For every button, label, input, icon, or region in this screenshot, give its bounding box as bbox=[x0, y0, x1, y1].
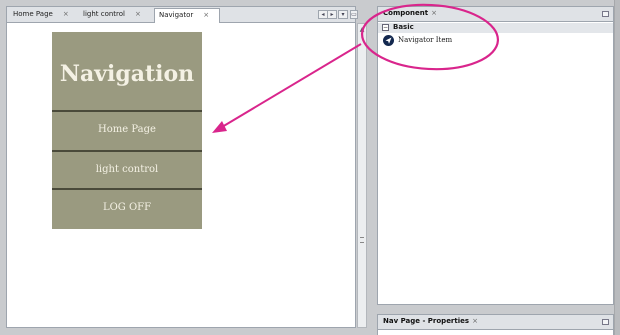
navigation-panel-preview: Navigation Home Page light control LOG O… bbox=[52, 32, 202, 229]
tab-close-icon[interactable]: × bbox=[135, 10, 141, 18]
window-frame-edge bbox=[614, 0, 620, 335]
panel-splitter[interactable] bbox=[368, 6, 376, 328]
maximize-editor-icon[interactable]: ▭ bbox=[350, 10, 358, 19]
scroll-tabs-right-icon[interactable]: ▸ bbox=[327, 10, 337, 19]
panel-title-text: Component bbox=[383, 9, 429, 17]
tab-list-dropdown-icon[interactable]: ▾ bbox=[338, 10, 348, 19]
editor-tab-bar: Home Page × light control × Navigator × ◂ ▸… bbox=[6, 6, 358, 23]
component-panel: Component × − Basic Navigator Item bbox=[377, 6, 614, 305]
tab-label: light control bbox=[83, 10, 126, 18]
group-basic[interactable]: − Basic bbox=[378, 23, 613, 33]
component-panel-header: Component × bbox=[378, 7, 613, 22]
tab-light-control[interactable]: light control × bbox=[79, 8, 145, 22]
tab-close-icon[interactable]: × bbox=[203, 11, 209, 19]
tab-close-icon[interactable]: × bbox=[63, 10, 69, 18]
panel-close-icon[interactable]: × bbox=[472, 317, 478, 325]
divider bbox=[52, 188, 202, 190]
divider bbox=[52, 110, 202, 112]
component-panel-title: Component × bbox=[383, 9, 437, 17]
scroll-up-icon[interactable]: ▲ bbox=[358, 26, 366, 35]
group-label: Basic bbox=[393, 23, 414, 31]
properties-panel: Nav Page - Properties × bbox=[377, 314, 614, 335]
divider bbox=[52, 150, 202, 152]
tab-navigator[interactable]: Navigator × bbox=[154, 8, 220, 23]
properties-panel-title: Nav Page - Properties × bbox=[383, 317, 478, 325]
nav-item-home-page[interactable]: Home Page bbox=[52, 113, 202, 147]
collapse-icon[interactable]: − bbox=[382, 24, 389, 31]
nav-item-light-control[interactable]: light control bbox=[52, 153, 202, 187]
tab-home-page[interactable]: Home Page × bbox=[9, 8, 73, 22]
tab-label: Navigator bbox=[159, 11, 194, 19]
panel-title-text: Nav Page - Properties bbox=[383, 317, 470, 325]
minimize-panel-icon[interactable] bbox=[602, 11, 609, 17]
tab-label: Home Page bbox=[13, 10, 53, 18]
nav-item-log-off[interactable]: LOG OFF bbox=[52, 191, 202, 225]
panel-close-icon[interactable]: × bbox=[431, 9, 437, 17]
scrollbar-grip-icon[interactable] bbox=[360, 237, 364, 243]
navigation-title: Navigation bbox=[59, 61, 195, 87]
component-item-label: Navigator Item bbox=[398, 36, 453, 44]
properties-panel-header: Nav Page - Properties × bbox=[378, 315, 613, 330]
minimize-panel-icon[interactable] bbox=[602, 319, 609, 325]
editor-vertical-scrollbar[interactable]: ▲ bbox=[357, 23, 367, 328]
navigator-arrow-icon bbox=[383, 35, 394, 46]
